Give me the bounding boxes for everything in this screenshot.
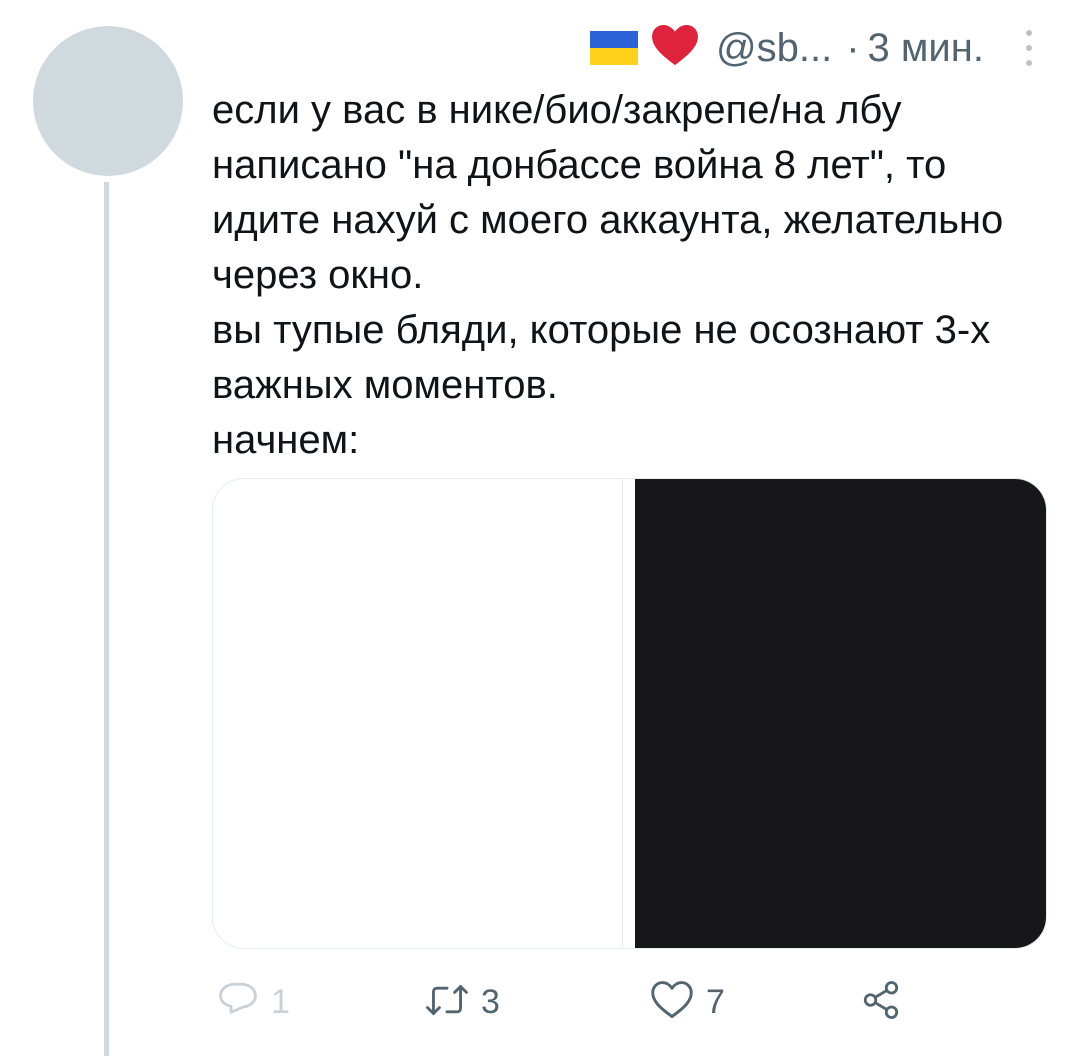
ukraine-flag-icon [590,31,638,65]
retweet-icon [425,979,469,1026]
tweet-text-line: написано "на донбассе война 8 лет", то [212,143,947,187]
media-grid [212,478,1047,949]
timestamp[interactable]: 3 мин. [868,26,984,71]
user-handle[interactable]: @sb... [716,26,832,71]
reply-icon [217,979,259,1026]
meta-separator: · [846,25,860,70]
tweet-text-line: начнем: [212,418,360,462]
tweet-text-line: через окно. [212,253,424,297]
tweet-text: если у вас в нике/био/закрепе/на лбу нап… [212,83,1052,468]
like-count: 7 [706,982,725,1021]
retweet-count: 3 [481,982,500,1021]
media-image-white[interactable] [213,479,623,948]
red-heart-icon [652,24,698,72]
thread-line [104,182,109,1056]
share-icon [860,979,902,1026]
like-icon [650,979,694,1026]
like-button[interactable]: 7 [650,972,725,1032]
avatar[interactable] [33,26,183,176]
reply-button[interactable]: 1 [217,972,290,1032]
tweet-text-line: идите нахуй с моего аккаунта, желательно [212,198,1004,242]
tweet-text-line: если у вас в нике/био/закрепе/на лбу [212,88,902,132]
media-image-black[interactable] [635,479,1046,948]
tweet-header: @sb... · 3 мин. [590,24,1060,72]
more-icon[interactable] [1026,30,1032,66]
tweet-text-line: вы тупые бляди, которые не осознают 3-х [212,308,991,352]
reply-count: 1 [271,982,290,1021]
tweet-text-line: важных моментов. [212,363,558,407]
retweet-button[interactable]: 3 [425,972,500,1032]
action-bar: 1 3 7 [212,972,1052,1032]
share-button[interactable] [860,972,902,1032]
